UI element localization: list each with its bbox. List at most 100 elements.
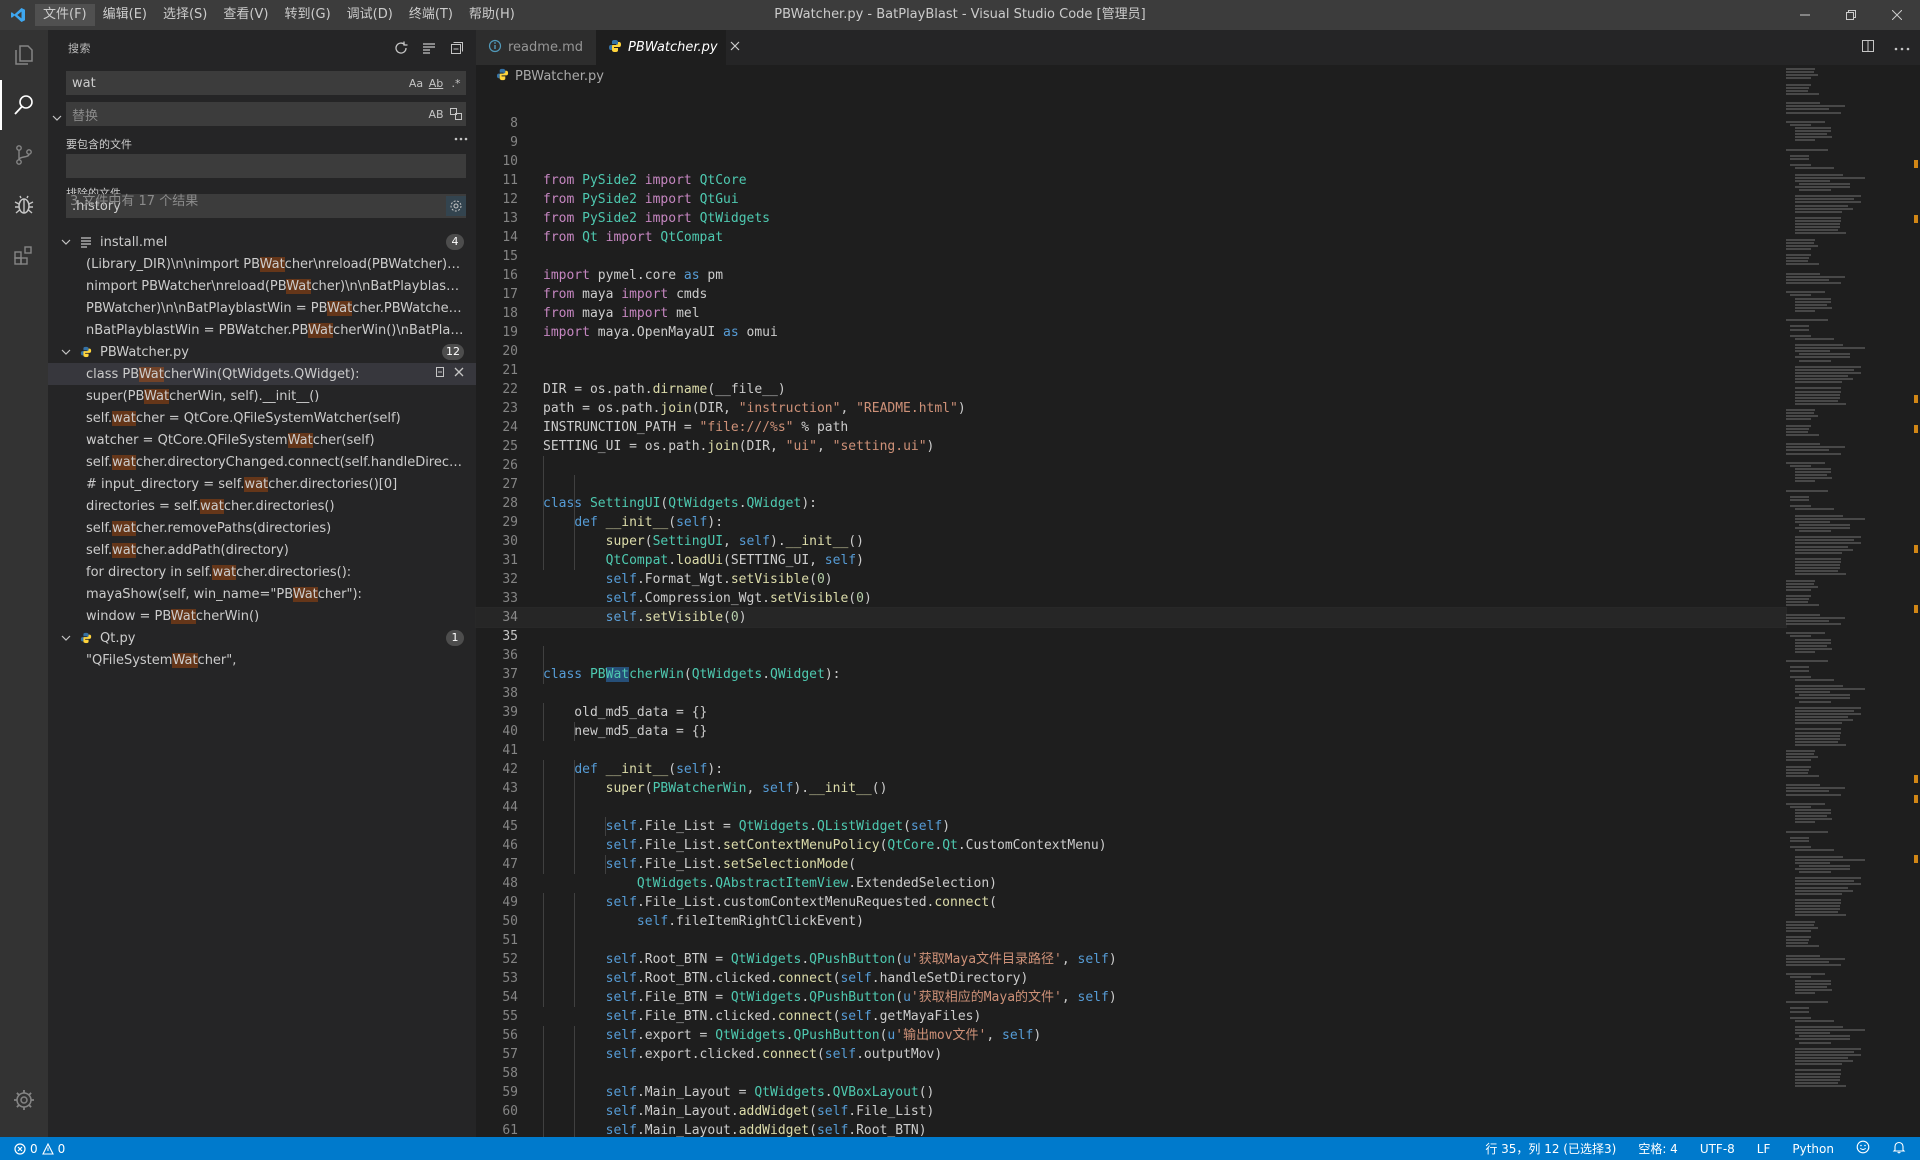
results-summary: 3 文件中有 17 个结果 [70,194,199,209]
python-file-icon [496,68,509,85]
search-input[interactable]: wat Aa Ab .* [66,71,466,95]
extensions-button[interactable] [0,230,48,280]
bell-icon [1892,1141,1906,1154]
code-line: 14 import pymel.core as pm [476,209,1786,283]
notifications-button[interactable] [1892,1140,1906,1157]
result-match[interactable]: self.watcher.directoryChanged.connect(se… [48,451,476,473]
close-tab-button[interactable] [730,40,740,55]
preserve-case-toggle[interactable]: AB [426,104,446,124]
clear-all-icon [423,42,435,54]
match-prefix: # input_directory = self. [86,476,245,492]
search-results-tree: install.mel 4 (Library_DIR)\n\nimport PB… [48,231,476,671]
menu-go[interactable]: 转到(G) [276,4,338,26]
result-match[interactable]: nimport PBWatcher\nreload(PBWatcher)\n\n… [48,275,476,297]
problems-indicator[interactable]: 0 0 [0,1142,65,1156]
result-match[interactable]: super(PBWatcherWin, self).__init__() [48,385,476,407]
code-editor[interactable]: 8 9 from PySide2 import QtCore 10 from P… [475,90,1787,1157]
result-match[interactable]: self.watcher = QtCore.QFileSystemWatcher… [48,407,476,429]
result-file-0[interactable]: install.mel 4 [48,231,476,253]
result-match[interactable]: window = PBWatcherWin() [48,605,476,627]
menu-view[interactable]: 查看(V) [215,4,276,26]
feedback-button[interactable] [1856,1140,1870,1157]
cursor-position[interactable]: 行 35，列 12 (已选择3) [1485,1140,1616,1157]
minimize-button[interactable] [1782,0,1828,30]
replace-all-icon [450,108,462,120]
editor-actions [1860,30,1910,65]
explorer-button[interactable] [0,30,48,80]
collapse-all-button[interactable] [448,39,466,57]
match-whole-word-toggle[interactable]: Ab [426,73,446,93]
code-line: 15 from maya import cmds [476,228,1786,302]
match-highlight: Wat [327,300,353,316]
tab-pbwatcher[interactable]: PBWatcher.py [596,30,740,65]
match-suffix: cher.directoryChanged.connect(self.handl… [135,454,464,470]
vertical-scrollbar[interactable] [1906,65,1920,1137]
code-line: 26 class SettingUI(QtWidgets.QWidget): [476,437,1786,511]
clear-results-button[interactable] [420,39,438,57]
replace-all-button[interactable] [446,104,466,124]
menu-help[interactable]: 帮助(H) [461,4,523,26]
match-suffix: cher)\n\nBatPlayblastWin = PB... [311,278,464,294]
split-editor-button[interactable] [1860,38,1876,58]
source-control-icon [16,145,32,165]
menu-file[interactable]: 文件(F) [35,4,95,26]
language-mode[interactable]: Python [1792,1142,1834,1156]
result-match[interactable]: class PBWatcherWin(QtWidgets.QWidget): [48,363,476,385]
result-match[interactable]: self.watcher.addPath(directory) [48,539,476,561]
indentation[interactable]: 空格: 4 [1638,1140,1678,1157]
manage-button[interactable] [0,1075,48,1125]
menu-terminal[interactable]: 终端(T) [401,4,461,26]
source-control-button[interactable] [0,130,48,180]
toggle-details-button[interactable] [452,130,470,148]
result-match[interactable]: directories = self.watcher.directories() [48,495,476,517]
result-match[interactable]: self.watcher.removePaths(directories) [48,517,476,539]
replace-button[interactable] [434,366,446,382]
bug-icon [14,195,34,214]
match-case-toggle[interactable]: Aa [406,73,426,93]
split-editor-icon [1862,39,1874,52]
result-file-1[interactable]: PBWatcher.py 12 [48,341,476,363]
code-line: 32 self.setVisible(0) [476,551,1786,625]
result-match[interactable]: for directory in self.watcher.directorie… [48,561,476,583]
match-suffix: cher.directories() [223,498,335,514]
include-files-input[interactable] [66,154,466,178]
menu-debug[interactable]: 调试(D) [339,4,401,26]
code-line: 40 def __init__(self): [476,703,1786,777]
tab-readme[interactable]: readme.md [476,30,596,65]
encoding[interactable]: UTF-8 [1700,1142,1735,1156]
python-file-icon [608,39,622,57]
editor-area: readme.md PBWatcher.py PBWatcher.py 8 9 … [475,30,1920,1157]
toggle-replace-button[interactable] [50,93,64,143]
use-regex-toggle[interactable]: .* [446,73,466,93]
result-match[interactable]: mayaShow(self, win_name="PBWatcher"): [48,583,476,605]
result-file-2[interactable]: Qt.py 1 [48,627,476,649]
more-actions-button[interactable] [1894,40,1910,55]
chevron-down-icon [52,115,62,121]
end-of-line[interactable]: LF [1757,1142,1771,1156]
refresh-button[interactable] [392,39,410,57]
menu-selection[interactable]: 选择(S) [155,4,215,26]
result-match[interactable]: "QFileSystemWatcher", [48,649,476,671]
code-line: 37 old_md5_data = {} [476,646,1786,720]
result-match[interactable]: watcher = QtCore.QFileSystemWatcher(self… [48,429,476,451]
status-right: 行 35，列 12 (已选择3) 空格: 4 UTF-8 LF Python [1485,1137,1906,1160]
python-file-icon [80,346,96,358]
use-exclude-settings-toggle[interactable] [446,196,466,216]
match-suffix: cher", [197,652,237,668]
refresh-icon [395,41,408,54]
search-view-button[interactable] [0,80,48,130]
debug-button[interactable] [0,180,48,230]
match-highlight: wat [112,520,136,536]
result-match[interactable]: nBatPlayblastWin = PBWatcher.PBWatcherWi… [48,319,476,341]
minimap[interactable] [1782,65,1902,1137]
close-window-button[interactable] [1874,0,1920,30]
sidebar-actions [392,39,476,57]
menu-edit[interactable]: 编辑(E) [95,4,155,26]
result-match[interactable]: (Library_DIR)\n\nimport PBWatcher\nreloa… [48,253,476,275]
breadcrumb[interactable]: PBWatcher.py [476,65,1920,87]
replace-input[interactable]: 替换 AB [66,102,466,126]
dismiss-button[interactable] [454,366,464,382]
restore-button[interactable] [1828,0,1874,30]
result-match[interactable]: PBWatcher)\n\nBatPlayblastWin = PBWatche… [48,297,476,319]
result-match[interactable]: # input_directory = self.watcher.directo… [48,473,476,495]
